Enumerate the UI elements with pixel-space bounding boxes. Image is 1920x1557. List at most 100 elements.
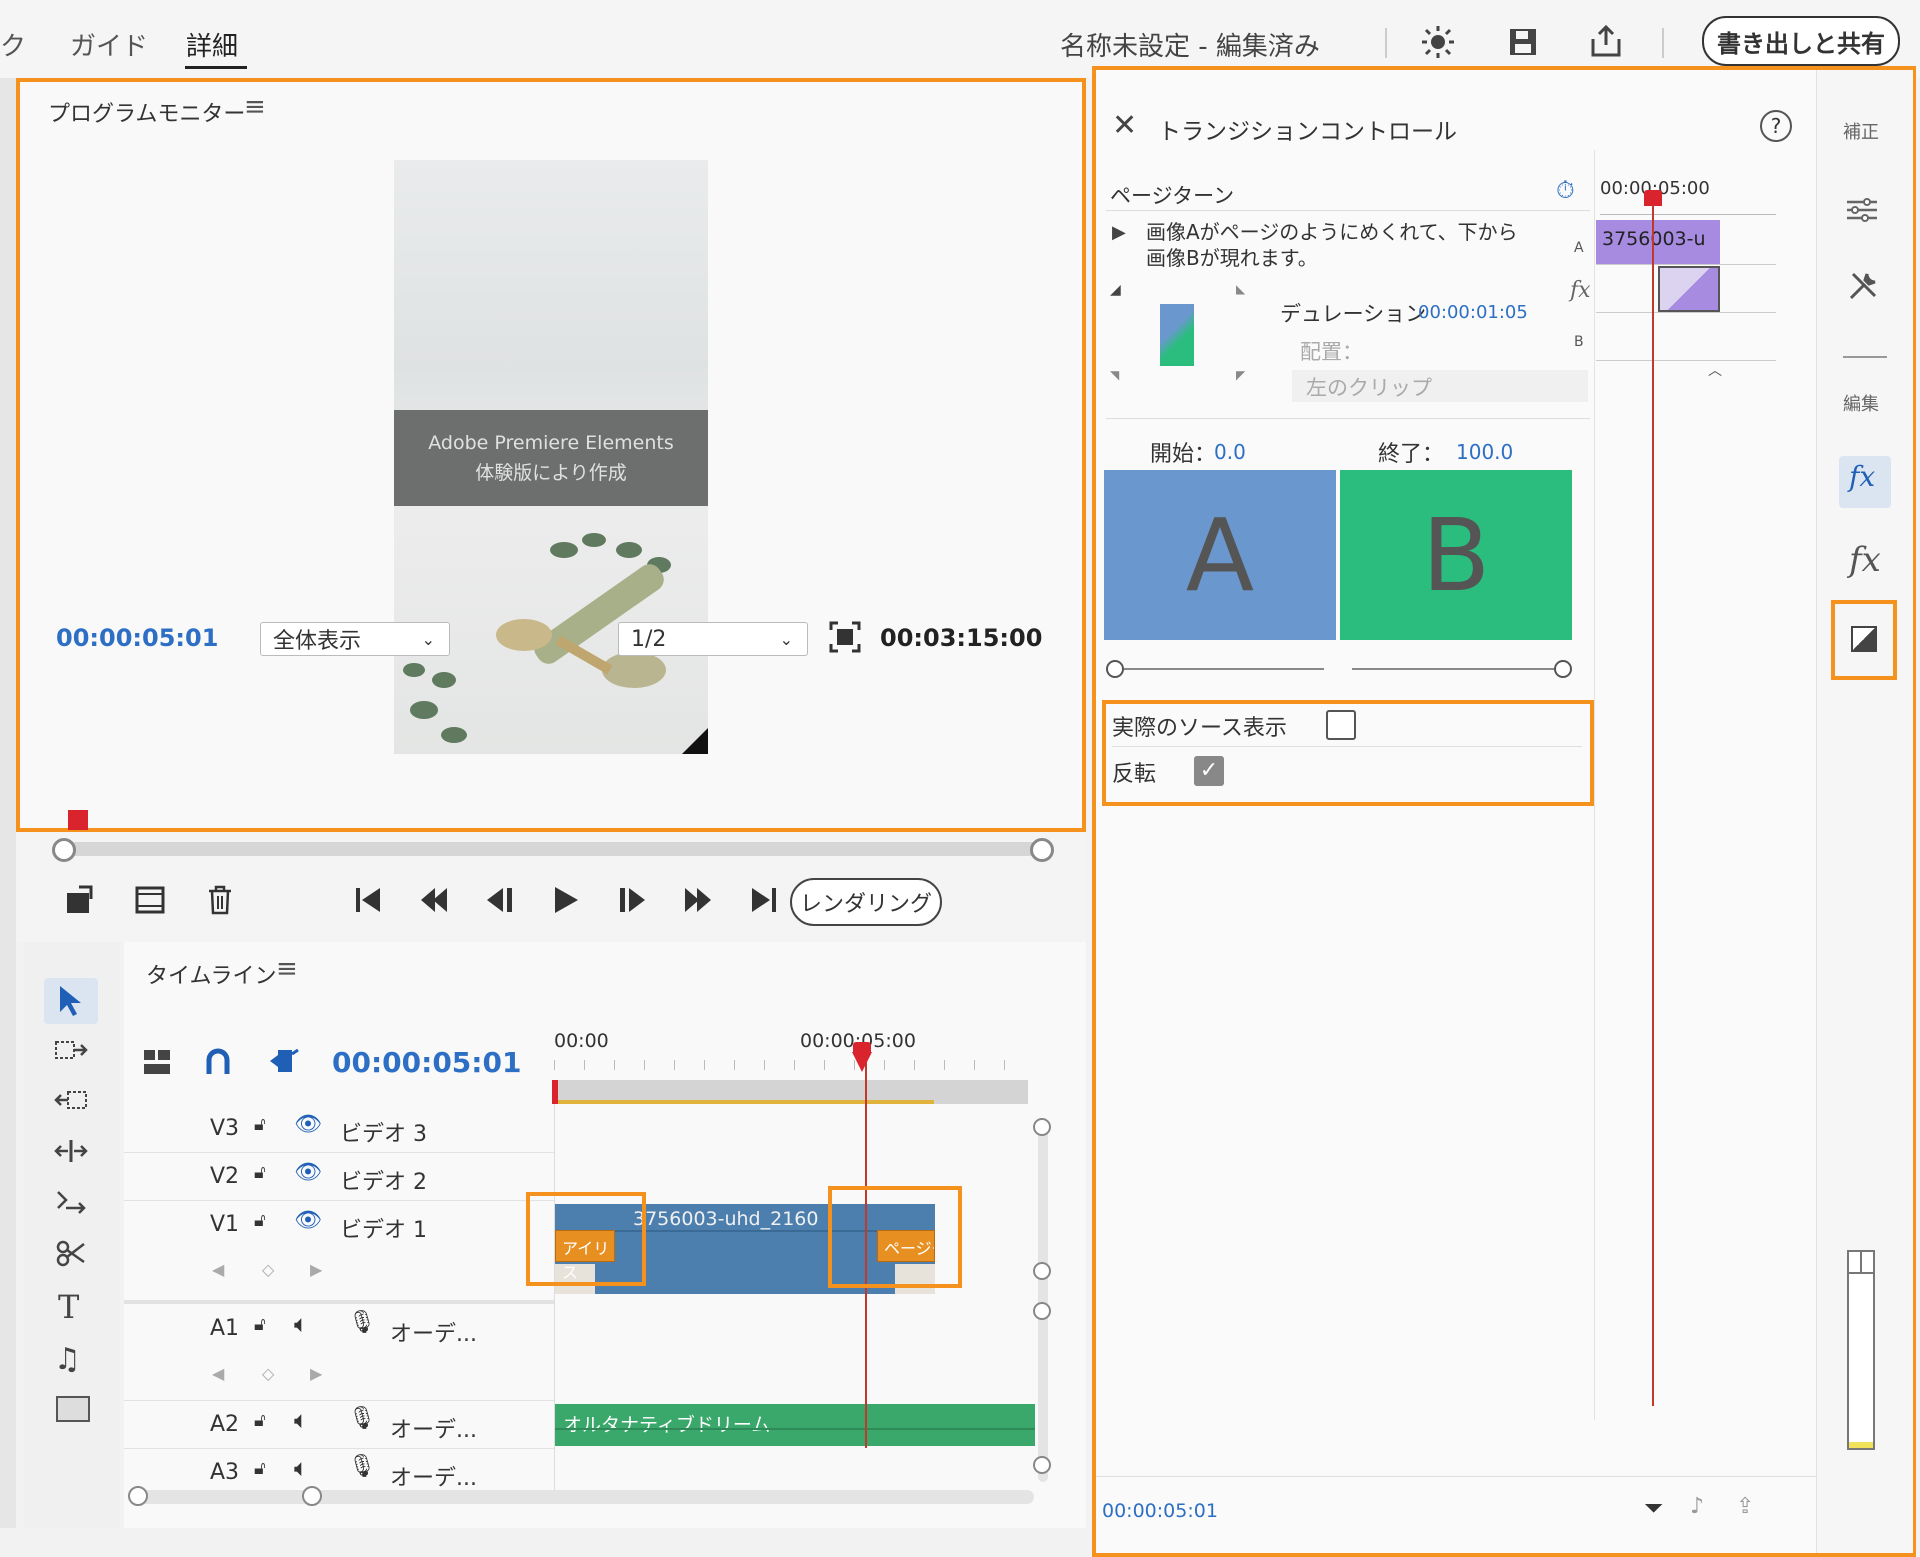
track-select-icon[interactable] <box>54 1038 88 1068</box>
scroll-handle[interactable] <box>1033 1118 1051 1136</box>
ripple-delete-icon[interactable] <box>54 1088 88 1118</box>
play-icon[interactable] <box>544 878 588 922</box>
panel-menu-icon[interactable]: ≡ <box>276 954 298 984</box>
smart-trim-icon[interactable] <box>268 1046 300 1080</box>
quality-select[interactable]: 1/2 ⌄ <box>618 622 808 656</box>
slip-tool-icon[interactable] <box>54 1188 88 1222</box>
lock-icon[interactable]: 🔓︎ <box>254 1162 266 1183</box>
prev-keyframe-icon[interactable]: ◀ <box>212 1364 224 1383</box>
sliders-icon[interactable] <box>1845 196 1879 228</box>
track-name: ビデオ 1 <box>340 1218 427 1243</box>
panel-menu-icon[interactable]: ≡ <box>244 92 266 122</box>
tab-guided[interactable]: ガイド <box>70 26 148 63</box>
audio-clip[interactable]: オルタナティブドリーム <box>555 1404 1035 1446</box>
eye-icon[interactable]: 👁︎ <box>294 1112 322 1137</box>
zoom-select[interactable]: 全体表示 ⌄ <box>260 622 450 656</box>
film-icon[interactable] <box>128 878 172 922</box>
share-icon[interactable] <box>1588 24 1624 60</box>
render-button[interactable]: レンダリング <box>790 878 942 926</box>
timeline-hscrollbar[interactable] <box>134 1490 1034 1504</box>
speaker-icon[interactable]: 🔈︎ <box>294 1310 308 1338</box>
show-source-checkbox[interactable] <box>1326 710 1356 740</box>
timeline-playhead[interactable] <box>852 1052 872 1072</box>
scroll-handle[interactable] <box>1033 1456 1051 1474</box>
scroll-handle[interactable] <box>1033 1262 1051 1280</box>
tools-wrench-icon[interactable] <box>1847 270 1879 306</box>
effects-fx-icon[interactable]: fx <box>1849 540 1881 580</box>
next-keyframe-icon[interactable]: ▶ <box>310 1260 322 1279</box>
lock-icon[interactable]: 🔓︎ <box>254 1210 266 1231</box>
applied-effects-icon[interactable]: fx <box>1849 460 1875 493</box>
lock-icon[interactable]: 🔓︎ <box>254 1410 266 1431</box>
save-icon[interactable] <box>1505 24 1541 60</box>
speaker-icon[interactable]: 🔈︎ <box>294 1454 308 1482</box>
start-slider-track[interactable] <box>1122 668 1324 670</box>
lock-icon[interactable]: 🔓︎ <box>254 1114 266 1135</box>
start-value[interactable]: 0.0 <box>1214 440 1246 464</box>
lock-icon[interactable]: 🔓︎ <box>254 1314 266 1335</box>
direction-arrow-icon[interactable]: ◣ <box>1236 282 1245 296</box>
end-value[interactable]: 100.0 <box>1456 440 1513 464</box>
clip-icon[interactable] <box>58 878 102 922</box>
step-back-icon[interactable] <box>478 878 522 922</box>
ripple-edit-icon[interactable] <box>54 1138 88 1168</box>
timer-icon[interactable]: ⏱︎ <box>1556 176 1575 204</box>
scroll-handle[interactable] <box>128 1486 148 1506</box>
selection-tool-icon[interactable] <box>56 984 86 1022</box>
scrub-bar[interactable] <box>60 842 1040 856</box>
track-layout-icon[interactable] <box>142 1048 172 1080</box>
duration-value[interactable]: 00:00:01:05 <box>1418 302 1528 323</box>
scissors-icon[interactable] <box>56 1238 86 1272</box>
trash-icon[interactable] <box>198 878 242 922</box>
speaker-icon[interactable]: 🔈︎ <box>294 1406 308 1434</box>
add-keyframe-icon[interactable]: ◇ <box>262 1364 274 1383</box>
lock-icon[interactable]: 🔓︎ <box>254 1458 266 1479</box>
monitor-playhead[interactable] <box>68 810 88 830</box>
music-tool-icon[interactable]: ♫ <box>54 1342 81 1377</box>
direction-arrow-icon[interactable]: ◤ <box>1236 368 1245 382</box>
fast-forward-icon[interactable] <box>676 878 720 922</box>
microphone-icon[interactable]: 🎙︎ <box>348 1310 376 1335</box>
close-icon[interactable]: ✕ <box>1112 108 1137 143</box>
timeline-current-time[interactable]: 00:00:05:01 <box>332 1046 521 1079</box>
microphone-icon[interactable]: 🎙︎ <box>348 1454 376 1479</box>
mini-transition[interactable] <box>1658 266 1720 312</box>
shape-tool-icon[interactable] <box>56 1396 90 1422</box>
text-tool-icon[interactable]: T <box>58 1288 79 1326</box>
tab-quick[interactable]: ク <box>0 26 26 63</box>
direction-arrow-icon[interactable]: ◥ <box>1110 368 1119 382</box>
prev-keyframe-icon[interactable]: ◀ <box>212 1260 224 1279</box>
eye-icon[interactable]: 👁︎ <box>294 1160 322 1185</box>
help-icon[interactable]: ? <box>1760 110 1792 142</box>
scrub-end-handle[interactable] <box>1030 838 1054 862</box>
rewind-icon[interactable] <box>412 878 456 922</box>
transitions-icon[interactable] <box>1851 626 1877 652</box>
tab-expert[interactable]: 詳細 <box>186 26 238 63</box>
mini-clip-a[interactable]: 3756003-u <box>1596 220 1720 264</box>
reverse-checkbox[interactable]: ✓ <box>1194 756 1224 786</box>
start-slider-handle[interactable] <box>1106 660 1124 678</box>
track-id: V2 <box>210 1164 240 1189</box>
mini-playhead[interactable] <box>1644 190 1662 206</box>
go-to-end-icon[interactable] <box>742 878 786 922</box>
export-share-button[interactable]: 書き出しと共有 <box>1702 16 1900 66</box>
microphone-icon[interactable]: 🎙︎ <box>348 1406 376 1431</box>
step-forward-icon[interactable] <box>610 878 654 922</box>
end-slider-handle[interactable] <box>1554 660 1572 678</box>
next-keyframe-icon[interactable]: ▶ <box>310 1364 322 1383</box>
end-slider-track[interactable] <box>1352 668 1556 670</box>
scroll-handle[interactable] <box>1033 1302 1051 1320</box>
monitor-current-time[interactable]: 00:00:05:01 <box>56 624 218 652</box>
brightness-icon[interactable] <box>1420 24 1456 60</box>
play-preview-icon[interactable]: ▶ <box>1112 222 1126 243</box>
go-to-start-icon[interactable] <box>346 878 390 922</box>
scroll-handle[interactable] <box>302 1486 322 1506</box>
fullscreen-icon[interactable] <box>828 620 862 654</box>
scrub-start-handle[interactable] <box>52 838 76 862</box>
direction-arrow-icon[interactable]: ◢ <box>1110 282 1121 298</box>
chevron-up-icon[interactable]: ︿ <box>1708 360 1722 380</box>
eye-icon[interactable]: 👁︎ <box>294 1208 322 1233</box>
add-keyframe-icon[interactable]: ◇ <box>262 1260 274 1279</box>
filter-icon[interactable]: ⏷ <box>1644 1494 1663 1522</box>
snap-magnet-icon[interactable] <box>204 1046 232 1080</box>
